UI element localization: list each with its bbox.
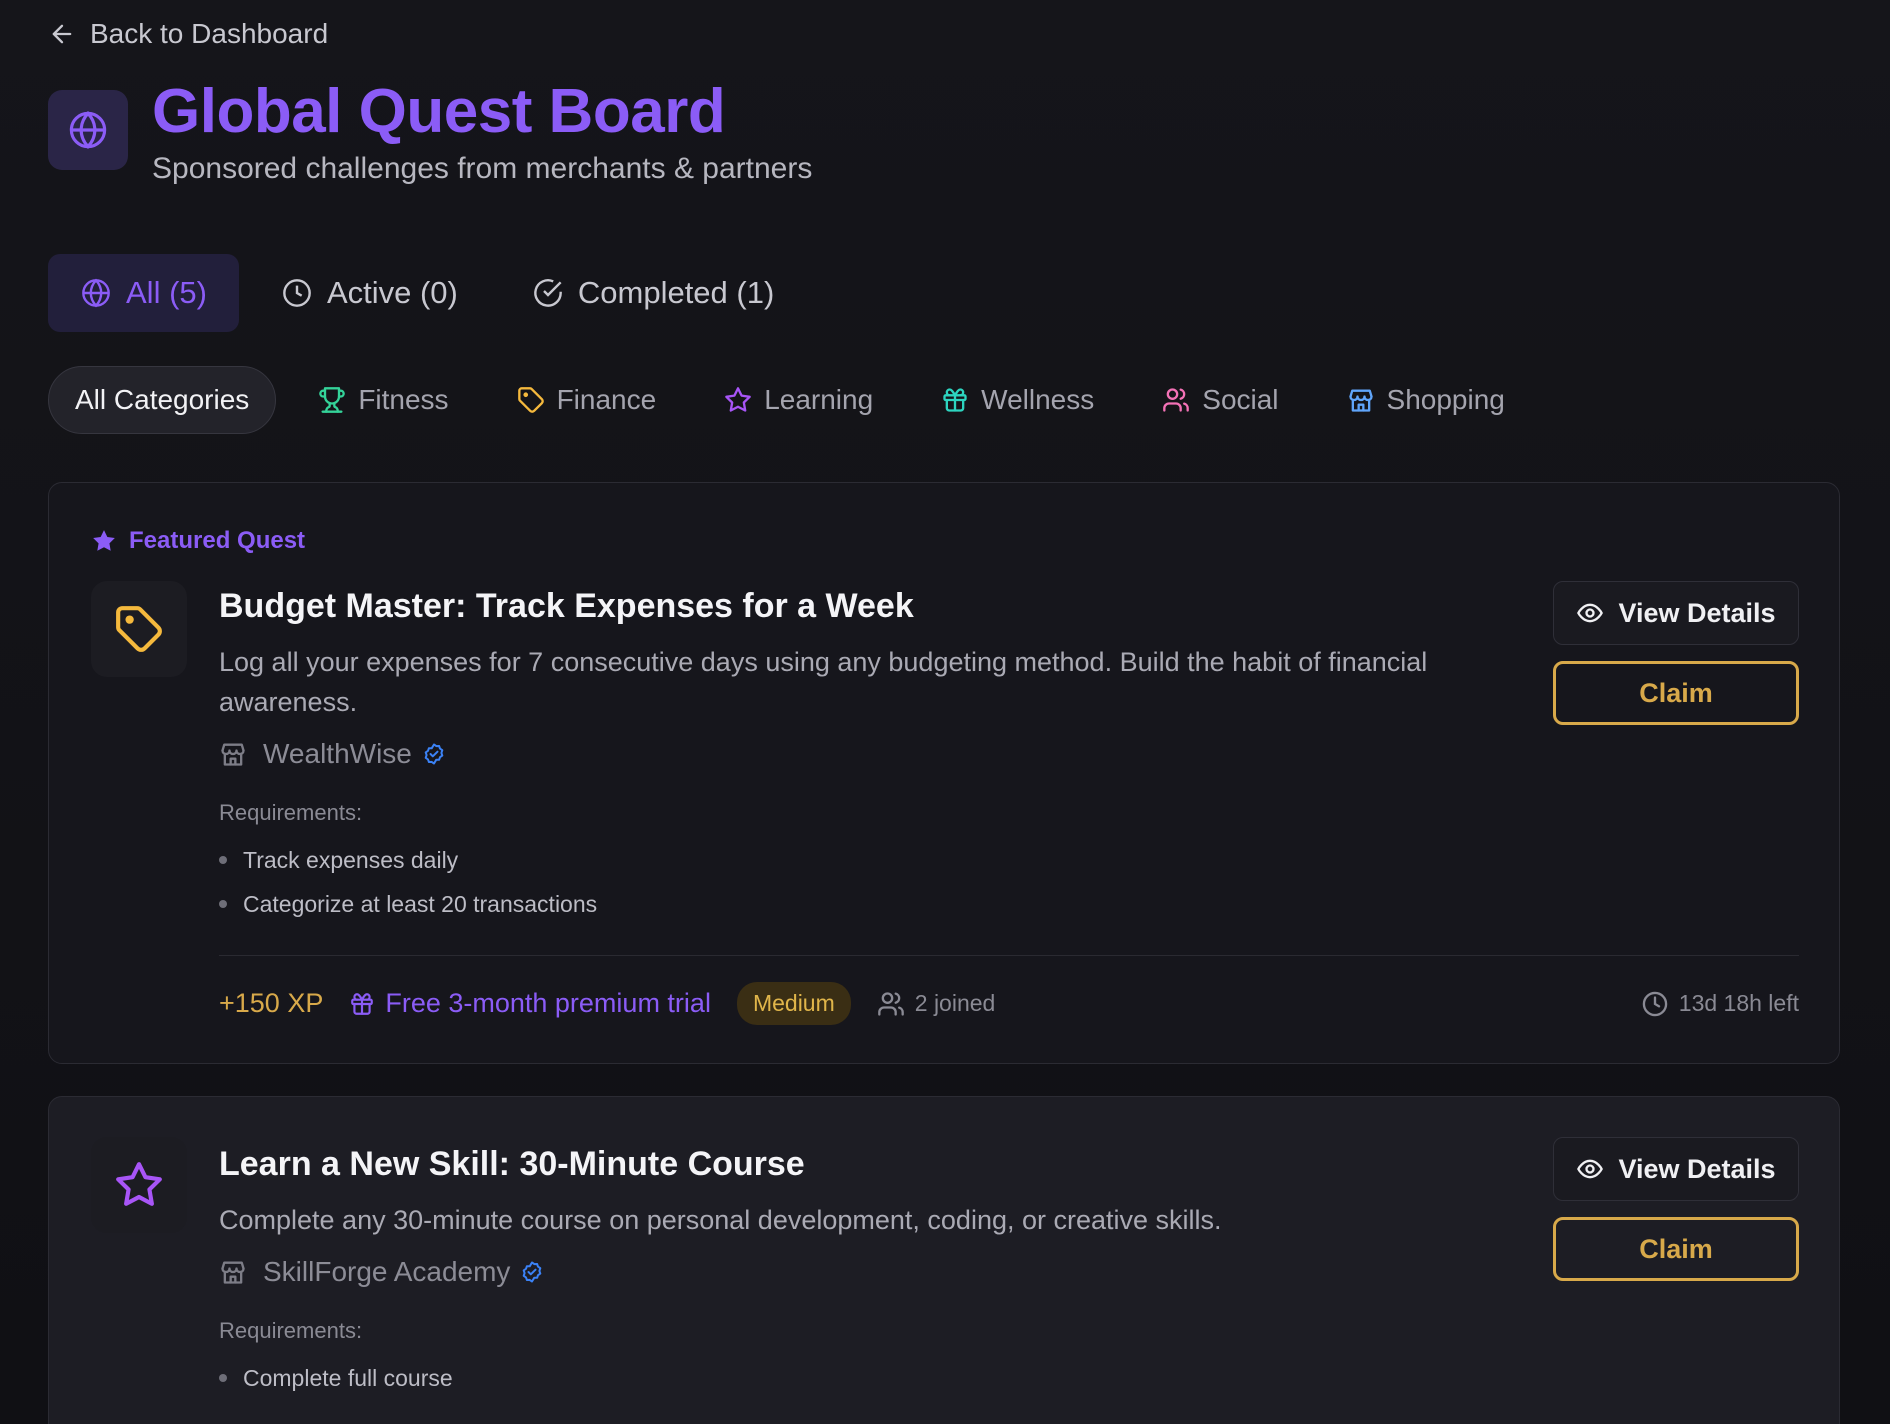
difficulty-badge: Medium	[736, 982, 851, 1025]
tab-active-label: Active (0)	[326, 275, 458, 310]
category-fitness-label: Fitness	[358, 384, 449, 415]
participants-count: 2 joined	[877, 990, 995, 1018]
store-icon	[221, 743, 245, 766]
category-learning-label: Learning	[764, 384, 874, 415]
merchant-row: WealthWise	[219, 738, 1479, 770]
requirements-list: Complete full course	[219, 1356, 1479, 1400]
category-wellness-label: Wellness	[981, 384, 1095, 415]
tab-active[interactable]: Active (0)	[249, 254, 490, 332]
trophy-icon	[319, 387, 346, 413]
quest-card: Learn a New Skill: 30-Minute Course Comp…	[48, 1096, 1840, 1424]
quest-title: Learn a New Skill: 30-Minute Course	[219, 1145, 805, 1183]
quest-actions: View Details Claim	[1553, 581, 1799, 725]
clock-icon	[1642, 991, 1668, 1016]
arrow-left-icon	[52, 24, 72, 44]
clock-icon	[283, 279, 311, 307]
view-details-button[interactable]: View Details	[1553, 581, 1799, 645]
tab-all-label: All (5)	[126, 275, 207, 310]
status-tabs: All (5) Active (0) Completed (1)	[48, 254, 806, 332]
verified-icon	[523, 1261, 542, 1283]
bonus-reward: Free 3-month premium trial	[349, 988, 711, 1019]
tab-completed-label: Completed (1)	[577, 275, 775, 310]
tab-completed[interactable]: Completed (1)	[500, 254, 806, 332]
quest-description: Complete any 30-minute course on persona…	[219, 1205, 1222, 1235]
page-subtitle: Sponsored challenges from merchants & pa…	[152, 152, 813, 186]
eye-icon	[1577, 603, 1604, 623]
quest-tag-icon	[91, 581, 187, 677]
quest-star-icon	[91, 1137, 187, 1233]
page-header: Global Quest Board Sponsored challenges …	[48, 77, 813, 186]
requirement-item: Complete full course	[219, 1356, 1479, 1400]
time-remaining: 13d 18h left	[1641, 990, 1799, 1018]
back-label: Back to Dashboard	[90, 18, 329, 49]
store-icon	[221, 1261, 245, 1284]
category-finance-label: Finance	[556, 384, 657, 415]
eye-icon	[1577, 1159, 1604, 1179]
category-shopping[interactable]: Shopping	[1321, 366, 1531, 434]
category-fitness[interactable]: Fitness	[292, 366, 474, 434]
star-filled-icon	[93, 530, 115, 551]
quest-description: Log all your expenses for 7 consecutive …	[219, 647, 1428, 717]
claim-button[interactable]: Claim	[1553, 661, 1799, 725]
claim-button[interactable]: Claim	[1553, 1217, 1799, 1281]
quest-card-featured: Featured Quest Budget Master: Track Expe…	[48, 482, 1840, 1064]
star-icon	[725, 387, 752, 412]
quest-actions: View Details Claim	[1553, 1137, 1799, 1281]
category-wellness[interactable]: Wellness	[915, 366, 1120, 434]
tab-all[interactable]: All (5)	[48, 254, 239, 332]
users-icon	[1163, 388, 1190, 412]
quest-meta-row: +150 XP Free 3-month premium trial Mediu…	[219, 955, 1799, 1025]
verified-icon	[424, 743, 444, 765]
globe-icon	[82, 278, 110, 308]
header-globe-icon	[48, 90, 128, 170]
requirements-label: Requirements:	[219, 1318, 363, 1343]
requirements-list: Track expenses daily Categorize at least…	[219, 838, 1479, 926]
category-all-label: All Categories	[75, 384, 250, 415]
category-learning[interactable]: Learning	[698, 366, 899, 434]
category-social-label: Social	[1202, 384, 1279, 415]
merchant-name[interactable]: SkillForge Academy	[263, 1256, 510, 1288]
requirements-label: Requirements:	[219, 800, 363, 825]
quest-body: Budget Master: Track Expenses for a Week…	[219, 587, 1479, 926]
back-to-dashboard-link[interactable]: Back to Dashboard	[48, 16, 328, 52]
gift-icon	[351, 992, 374, 1015]
check-circle-icon	[534, 279, 562, 307]
category-social[interactable]: Social	[1136, 366, 1304, 434]
requirement-item: Categorize at least 20 transactions	[219, 882, 1479, 926]
category-all[interactable]: All Categories	[48, 366, 277, 434]
tag-icon	[517, 387, 544, 413]
store-icon	[1348, 389, 1373, 412]
featured-label: Featured Quest	[129, 527, 306, 554]
quest-body: Learn a New Skill: 30-Minute Course Comp…	[219, 1145, 1479, 1400]
gift-icon	[943, 388, 967, 412]
featured-badge: Featured Quest	[91, 527, 305, 555]
merchant-row: SkillForge Academy	[219, 1256, 1479, 1288]
quest-title: Budget Master: Track Expenses for a Week	[219, 587, 914, 625]
merchant-name[interactable]: WealthWise	[263, 738, 412, 770]
users-icon	[877, 991, 904, 1016]
view-details-button[interactable]: View Details	[1553, 1137, 1799, 1201]
category-filters: All Categories Fitness Finance Learning …	[48, 366, 1531, 434]
xp-reward: +150 XP	[219, 988, 324, 1018]
category-shopping-label: Shopping	[1386, 384, 1505, 415]
requirement-item: Track expenses daily	[219, 838, 1479, 882]
page-title: Global Quest Board	[152, 77, 726, 146]
category-finance[interactable]: Finance	[491, 366, 683, 434]
